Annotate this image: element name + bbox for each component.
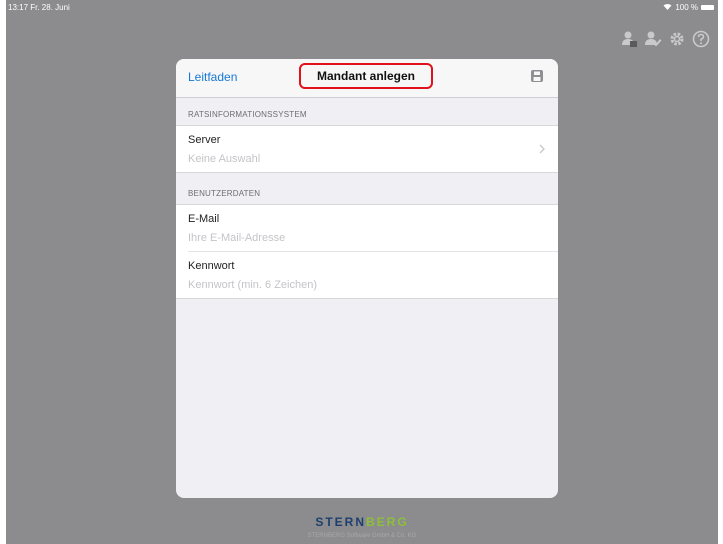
status-time: 13:17 Fr. 28. Juni [8, 3, 70, 12]
battery-percent: 100 % [675, 3, 698, 12]
logo-part-1: STERN [315, 515, 366, 529]
ipad-screen: 13:17 Fr. 28. Juni 100 % Leitfaden Manda… [6, 0, 718, 544]
email-field[interactable]: Ihre E-Mail-Adresse [188, 232, 285, 244]
sternberg-logo: STERNBERG [6, 515, 718, 529]
save-icon[interactable] [530, 69, 544, 83]
user-edit-icon[interactable] [644, 30, 662, 48]
section-header-benutzer: BENUTZERDATEN [188, 189, 261, 198]
status-bar: 13:17 Fr. 28. Juni 100 % [6, 0, 718, 14]
server-group: Server Keine Auswahl [176, 125, 558, 173]
title-highlight-box: Mandant anlegen [299, 63, 433, 89]
server-value: Keine Auswahl [188, 153, 261, 165]
email-cell[interactable]: E-Mail Ihre E-Mail-Adresse [176, 205, 558, 251]
dialog-title: Mandant anlegen [316, 69, 415, 83]
wifi-icon [663, 3, 672, 12]
email-label: E-Mail [188, 213, 220, 225]
user-remove-icon[interactable] [620, 30, 638, 48]
user-data-group: E-Mail Ihre E-Mail-Adresse Kennwort Kenn… [176, 204, 558, 299]
server-cell[interactable]: Server Keine Auswahl [176, 126, 558, 172]
logo-part-2: BERG [366, 515, 409, 529]
company-subtitle: STERNBERG Software GmbH & Co. KG [307, 533, 417, 539]
password-field[interactable]: Kennwort (min. 6 Zeichen) [188, 279, 317, 291]
password-label: Kennwort [188, 260, 235, 272]
guide-link[interactable]: Leitfaden [188, 70, 237, 84]
password-cell[interactable]: Kennwort Kennwort (min. 6 Zeichen) [188, 251, 558, 298]
server-label: Server [188, 134, 221, 146]
battery-icon [701, 5, 714, 10]
section-header-ratsinfo: RATSINFORMATIONSSYSTEM [188, 110, 307, 119]
create-client-dialog: Leitfaden Mandant anlegen RATSINFORMATIO… [176, 59, 558, 498]
status-right: 100 % [663, 3, 714, 12]
gear-icon[interactable] [668, 30, 686, 48]
help-icon[interactable] [692, 30, 710, 48]
chevron-right-icon [538, 142, 546, 154]
dialog-nav-bar: Leitfaden Mandant anlegen [176, 59, 558, 98]
top-toolbar [620, 30, 710, 48]
